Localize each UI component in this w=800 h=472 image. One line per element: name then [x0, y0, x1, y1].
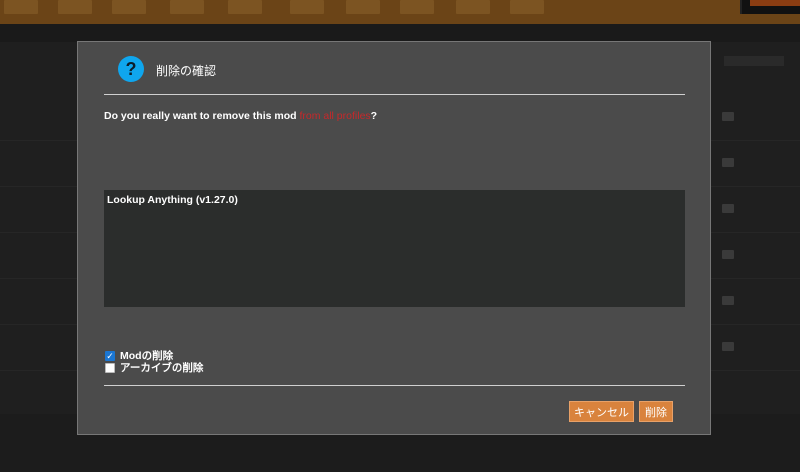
- delete-confirmation-dialog: ? 削除の確認 Do you really want to remove thi…: [77, 41, 711, 435]
- list-item: Lookup Anything (v1.27.0): [107, 194, 238, 206]
- app-top-bar: [0, 0, 800, 24]
- nav-item: [112, 0, 146, 14]
- question-text: Do you really want to remove this mod: [104, 110, 297, 122]
- nav-item: [400, 0, 434, 14]
- header-divider: [104, 94, 685, 95]
- cancel-button[interactable]: キャンセル: [569, 401, 634, 422]
- row-status-icon: [722, 296, 734, 305]
- nav-item: [510, 0, 544, 14]
- nav-item: [170, 0, 204, 14]
- delete-archive-label: アーカイブの削除: [120, 362, 204, 374]
- mod-list-box: Lookup Anything (v1.27.0): [104, 190, 685, 307]
- row-status-icon: [722, 250, 734, 259]
- question-icon: ?: [118, 56, 144, 82]
- dialog-title: 削除の確認: [156, 64, 217, 78]
- list-header-control: [724, 56, 784, 66]
- footer-divider: [104, 385, 685, 386]
- nav-item: [228, 0, 262, 14]
- question-highlight: from all profiles: [299, 110, 371, 122]
- top-right-control: [740, 0, 800, 14]
- nav-item: [290, 0, 324, 14]
- row-status-icon: [722, 158, 734, 167]
- row-status-icon: [722, 204, 734, 213]
- checkbox-unchecked[interactable]: ✓: [105, 362, 115, 373]
- row-status-icon: [722, 112, 734, 121]
- nav-item: [58, 0, 92, 14]
- app-toolbar: [0, 24, 800, 42]
- confirmation-question: Do you really want to remove this mod fr…: [104, 110, 377, 122]
- checkbox-checked[interactable]: ✓: [105, 350, 115, 361]
- delete-button[interactable]: 削除: [639, 401, 673, 422]
- row-status-icon: [722, 342, 734, 351]
- nav-item: [456, 0, 490, 14]
- delete-archive-checkbox-row[interactable]: ✓ アーカイブの削除: [105, 360, 203, 375]
- nav-item: [4, 0, 38, 14]
- question-mark: ?: [370, 110, 378, 122]
- nav-item: [346, 0, 380, 14]
